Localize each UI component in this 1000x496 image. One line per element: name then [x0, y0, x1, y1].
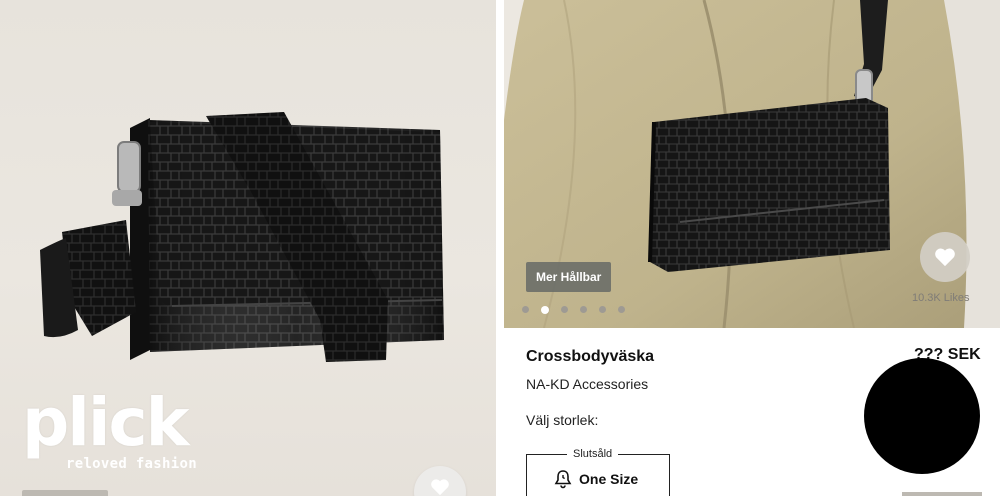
left-bottom-strip	[22, 490, 108, 496]
product-title: Crossbodyväska	[526, 348, 655, 365]
notify-bell-icon	[554, 470, 572, 489]
redaction-overlay	[864, 358, 980, 474]
carousel-dot[interactable]	[522, 306, 529, 313]
logo-wordmark: plick	[22, 384, 190, 461]
product-detail-panel: Mer Hållbar 10.3K Likes Crossbodyväska ?…	[504, 0, 1000, 496]
like-button[interactable]	[920, 232, 970, 282]
left-product-photo: plick reloved fashion	[0, 0, 496, 496]
right-bottom-strip	[902, 492, 982, 496]
like-count: 10.3K Likes	[912, 292, 970, 304]
carousel-dot[interactable]	[561, 306, 568, 313]
panel-divider	[496, 0, 504, 496]
carousel-dot[interactable]	[599, 306, 606, 313]
size-option-label: One Size	[579, 471, 639, 487]
sold-out-tag: Slutsåld	[567, 446, 619, 462]
product-brand[interactable]: NA-KD Accessories	[526, 376, 648, 392]
heart-icon	[935, 248, 955, 267]
size-option-one-size[interactable]: Slutsåld One Size	[526, 446, 670, 496]
product-image-carousel[interactable]: Mer Hållbar 10.3K Likes	[504, 0, 1000, 328]
logo-tagline: reloved fashion	[66, 456, 197, 472]
carousel-dots	[522, 306, 625, 314]
heart-icon	[431, 479, 449, 496]
sustainability-badge[interactable]: Mer Hållbar	[526, 262, 612, 292]
size-label: Välj storlek:	[526, 412, 599, 428]
carousel-dot[interactable]	[618, 306, 625, 313]
carousel-dot-active[interactable]	[541, 306, 549, 314]
carousel-dot[interactable]	[580, 306, 587, 313]
plick-logo: plick reloved fashion	[22, 384, 197, 480]
